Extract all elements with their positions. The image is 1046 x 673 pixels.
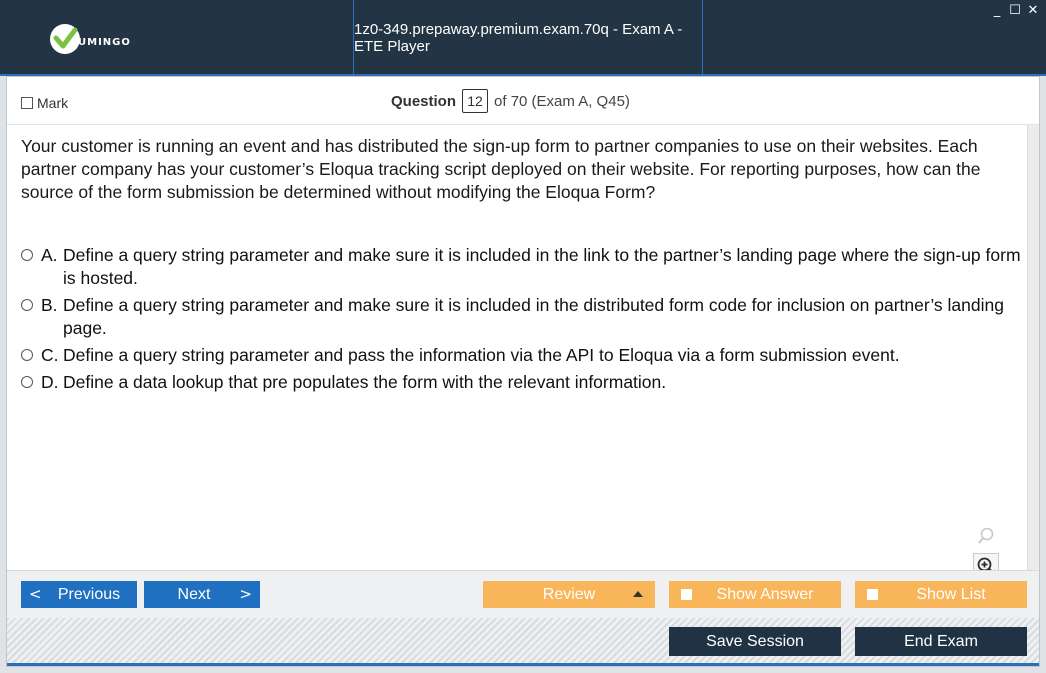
radio-button[interactable] [21, 299, 33, 311]
main-frame: Mark Question 12 of 70 (Exam A, Q45) You… [6, 76, 1040, 667]
option-a[interactable]: A. Define a query string parameter and m… [21, 244, 1021, 290]
option-text: Define a query string parameter and pass… [63, 345, 900, 365]
window-controls: _ ☐ ✕ [990, 4, 1040, 18]
previous-label: Previous [57, 585, 121, 603]
caret-up-icon [633, 591, 643, 597]
show-answer-label: Show Answer [716, 585, 814, 603]
close-button[interactable]: ✕ [1026, 4, 1040, 18]
show-list-button[interactable]: Show List [855, 581, 1027, 608]
show-answer-button[interactable]: Show Answer [669, 581, 841, 608]
app-logo: UMINGO [50, 24, 131, 54]
show-list-label: Show List [916, 585, 986, 603]
radio-button[interactable] [21, 249, 33, 261]
mark-label: Mark [37, 95, 69, 111]
review-label: Review [542, 585, 596, 603]
end-exam-button[interactable]: End Exam [855, 627, 1027, 656]
answer-options: A. Define a query string parameter and m… [21, 244, 1021, 398]
chevron-left-icon: < [29, 585, 42, 603]
footer-bar: Save Session End Exam [7, 618, 1039, 666]
radio-button[interactable] [21, 376, 33, 388]
option-letter: B. [41, 295, 58, 315]
vertical-scrollbar[interactable] [1027, 125, 1039, 570]
maximize-button[interactable]: ☐ [1008, 4, 1022, 18]
navigation-bar: < Previous Next > Review Show Answer Sho… [7, 570, 1039, 618]
option-text: Define a query string parameter and make… [63, 295, 1004, 338]
title-separator [702, 0, 703, 74]
option-letter: D. [41, 372, 59, 392]
previous-button[interactable]: < Previous [21, 581, 137, 608]
window-title: 1z0-349.prepaway.premium.exam.70q - Exam… [354, 21, 683, 55]
chevron-right-icon: > [239, 585, 252, 603]
next-label: Next [177, 585, 211, 603]
logo-check-icon [50, 24, 80, 54]
question-header: Mark Question 12 of 70 (Exam A, Q45) [7, 77, 1039, 125]
show-list-checkbox[interactable] [867, 589, 878, 600]
show-answer-checkbox[interactable] [681, 589, 692, 600]
question-text: Your customer is running an event and ha… [21, 136, 981, 202]
review-button[interactable]: Review [483, 581, 655, 608]
option-d[interactable]: D. Define a data lookup that pre populat… [21, 371, 1021, 394]
mark-checkbox-box[interactable] [21, 97, 33, 109]
next-button[interactable]: Next > [144, 581, 260, 608]
logo-text: UMINGO [78, 36, 131, 48]
question-number-input[interactable]: 12 [462, 89, 489, 113]
option-b[interactable]: B. Define a query string parameter and m… [21, 294, 1021, 340]
option-text: Define a query string parameter and make… [63, 245, 1021, 288]
mark-checkbox[interactable]: Mark [21, 95, 68, 111]
radio-button[interactable] [21, 349, 33, 361]
question-label: Question [391, 92, 457, 110]
magnifier-icon[interactable] [973, 523, 999, 549]
question-content: Your customer is running an event and ha… [7, 125, 1027, 609]
save-session-button[interactable]: Save Session [669, 627, 841, 656]
title-bar: UMINGO 1z0-349.prepaway.premium.exam.70q… [0, 0, 1046, 76]
question-navigator: Question 12 of 70 (Exam A, Q45) [391, 89, 630, 113]
question-count: of 70 (Exam A, Q45) [494, 92, 630, 110]
option-text: Define a data lookup that pre populates … [63, 372, 667, 392]
option-c[interactable]: C. Define a query string parameter and p… [21, 344, 1021, 367]
minimize-button[interactable]: _ [990, 4, 1004, 18]
option-letter: C. [41, 345, 59, 365]
option-letter: A. [41, 245, 58, 265]
